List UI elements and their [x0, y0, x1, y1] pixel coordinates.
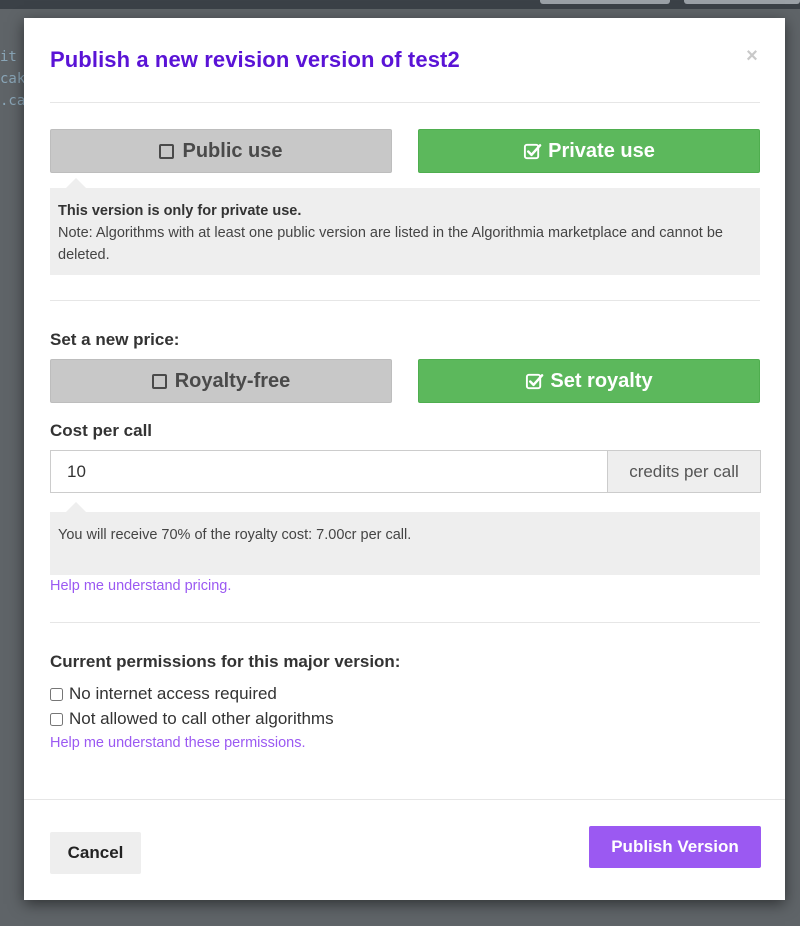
- permission-call-algorithms-item[interactable]: Not allowed to call other algorithms: [50, 709, 334, 729]
- permission-internet-checkbox[interactable]: [50, 687, 63, 701]
- set-royalty-label: Set royalty: [550, 369, 653, 392]
- permissions-help-link[interactable]: Help me understand these permissions.: [50, 735, 306, 751]
- check-square-icon: [526, 373, 544, 389]
- info-arrow: [66, 502, 86, 512]
- cost-per-call-input[interactable]: [50, 450, 607, 493]
- price-heading: Set a new price:: [50, 330, 180, 349]
- private-use-toggle[interactable]: Private use: [418, 129, 760, 173]
- pricing-help-link[interactable]: Help me understand pricing.: [50, 578, 231, 594]
- close-icon[interactable]: ×: [744, 46, 760, 66]
- set-royalty-toggle[interactable]: Set royalty: [418, 359, 760, 403]
- cost-unit-addon: credits per call: [607, 450, 761, 493]
- info-arrow: [66, 178, 86, 188]
- permission-internet-label: No internet access required: [69, 684, 277, 703]
- background-code-line: it: [0, 49, 17, 65]
- background-code-editor: it cak .ca: [0, 46, 24, 112]
- divider: [50, 300, 760, 301]
- modal-title: Publish a new revision version of test2: [50, 47, 460, 72]
- public-use-toggle[interactable]: Public use: [50, 129, 392, 173]
- background-code-line: .ca: [0, 93, 24, 109]
- publish-version-modal: Publish a new revision version of test2 …: [24, 18, 785, 900]
- royalty-free-toggle[interactable]: Royalty-free: [50, 359, 392, 403]
- background-topbar-button: [684, 0, 800, 4]
- royalty-info-box: You will receive 70% of the royalty cost…: [50, 502, 760, 575]
- square-icon: [151, 373, 167, 389]
- royalty-free-label: Royalty-free: [174, 369, 291, 392]
- square-icon: [159, 143, 175, 159]
- visibility-info-box: This version is only for private use. No…: [50, 178, 760, 275]
- visibility-info-title: This version is only for private use.: [58, 203, 302, 219]
- divider: [50, 102, 760, 103]
- public-use-label: Public use: [182, 139, 283, 162]
- permission-internet-item[interactable]: No internet access required: [50, 684, 277, 704]
- publish-version-button[interactable]: Publish Version: [589, 826, 761, 868]
- cancel-button[interactable]: Cancel: [50, 832, 141, 874]
- cost-per-call-label: Cost per call: [50, 421, 153, 440]
- permissions-heading: Current permissions for this major versi…: [50, 652, 401, 671]
- private-use-label: Private use: [548, 139, 655, 162]
- footer-divider: [24, 799, 785, 800]
- background-code-line: cak: [0, 71, 24, 87]
- background-topbar: [0, 0, 800, 9]
- cost-input-group: credits per call: [50, 450, 761, 493]
- royalty-info-text: You will receive 70% of the royalty cost…: [58, 527, 412, 543]
- visibility-info-note: Note: Algorithms with at least one publi…: [58, 225, 723, 263]
- permission-call-algorithms-label: Not allowed to call other algorithms: [69, 709, 334, 728]
- background-topbar-button: [540, 0, 670, 4]
- check-square-icon: [524, 143, 542, 159]
- permission-call-algorithms-checkbox[interactable]: [50, 712, 63, 726]
- divider: [50, 622, 760, 623]
